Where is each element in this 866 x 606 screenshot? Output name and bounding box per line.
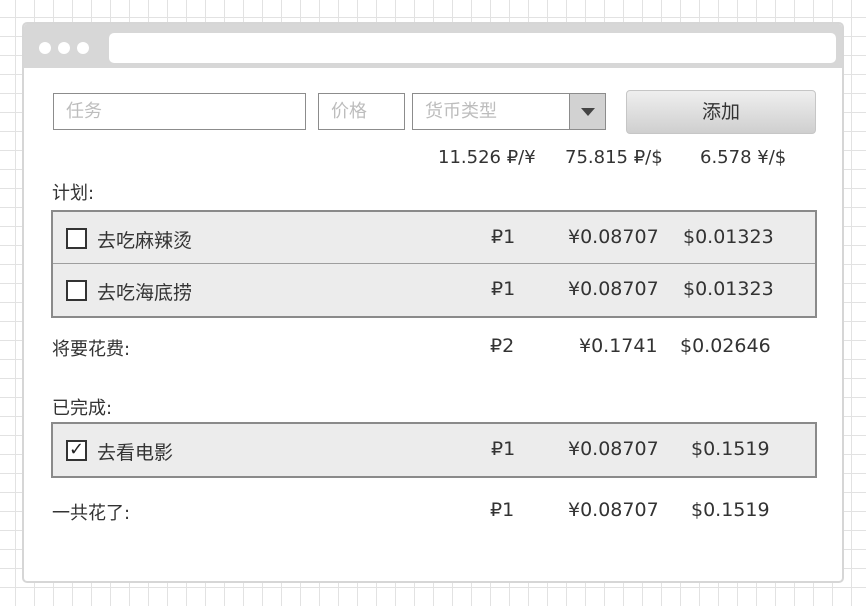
window-dot-icon (58, 42, 70, 54)
list-item: 去吃麻辣烫 ₽1 ¥0.08707 $0.01323 (53, 212, 815, 264)
task-price-rub: ₽1 (491, 278, 516, 300)
planned-heading: 计划: (52, 183, 95, 204)
planned-list: 去吃麻辣烫 ₽1 ¥0.08707 $0.01323 去吃海底捞 ₽1 ¥0.0… (51, 210, 817, 318)
task-name: 去吃麻辣烫 (97, 230, 193, 252)
completed-heading: 已完成: (52, 398, 113, 419)
task-price-rub: ₽1 (491, 438, 516, 460)
task-price-cny: ¥0.08707 (568, 438, 659, 460)
task-price-usd: $0.01323 (683, 278, 774, 300)
chevron-down-icon (581, 108, 595, 116)
completed-total-usd: $0.1519 (691, 499, 770, 521)
task-price-usd: $0.1519 (691, 438, 770, 460)
task-price-rub: ₽1 (491, 226, 516, 248)
planned-total-cny: ¥0.1741 (579, 335, 658, 357)
task-input-placeholder: 任务 (66, 101, 102, 122)
completed-total-cny: ¥0.08707 (568, 499, 659, 521)
rate-cny-usd: 6.578 ¥/$ (700, 147, 787, 168)
list-item: ✓ 去看电影 ₽1 ¥0.08707 $0.1519 (53, 424, 815, 476)
task-checkbox[interactable] (66, 280, 87, 301)
add-button[interactable]: 添加 (626, 90, 816, 134)
currency-select-placeholder: 货币类型 (425, 101, 497, 122)
rate-rub-cny: 11.526 ₽/¥ (438, 147, 536, 168)
window-dot-icon (39, 42, 51, 54)
list-item: 去吃海底捞 ₽1 ¥0.08707 $0.01323 (53, 264, 815, 316)
dropdown-button[interactable] (569, 94, 605, 129)
price-input-placeholder: 价格 (331, 101, 367, 122)
task-checkbox-checked[interactable]: ✓ (66, 440, 87, 461)
task-price-cny: ¥0.08707 (568, 226, 659, 248)
currency-select[interactable]: 货币类型 (412, 93, 606, 130)
completed-total-rub: ₽1 (490, 499, 515, 521)
planned-total-usd: $0.02646 (680, 335, 771, 357)
rate-rub-usd: 75.815 ₽/$ (565, 147, 663, 168)
browser-titlebar (24, 24, 842, 68)
completed-total-label: 一共花了: (52, 503, 131, 524)
check-icon: ✓ (68, 439, 85, 460)
planned-total-label: 将要花费: (52, 339, 131, 360)
task-name: 去吃海底捞 (97, 282, 193, 304)
task-input[interactable]: 任务 (53, 93, 306, 130)
address-bar[interactable] (109, 33, 836, 63)
price-input[interactable]: 价格 (318, 93, 405, 130)
task-price-usd: $0.01323 (683, 226, 774, 248)
task-checkbox[interactable] (66, 228, 87, 249)
app-window: 任务 价格 货币类型 添加 11.526 ₽/¥ 75.815 ₽/$ 6.57… (22, 22, 844, 583)
window-dot-icon (77, 42, 89, 54)
completed-list: ✓ 去看电影 ₽1 ¥0.08707 $0.1519 (51, 422, 817, 478)
task-name: 去看电影 (97, 442, 174, 464)
planned-total-rub: ₽2 (490, 335, 515, 357)
task-price-cny: ¥0.08707 (568, 278, 659, 300)
